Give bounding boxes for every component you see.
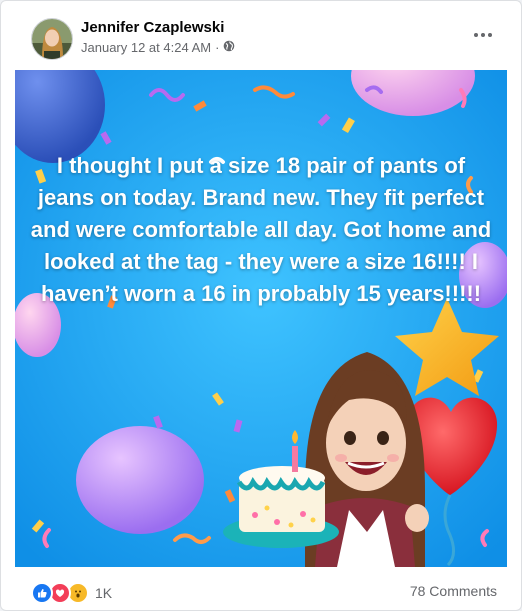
celebration-background-art xyxy=(15,70,507,567)
like-icon xyxy=(31,582,53,604)
globe-icon xyxy=(223,40,235,55)
meta-separator: · xyxy=(215,40,220,55)
post-text: I thought I put a size 18 pair of pants … xyxy=(30,153,492,306)
post-header: Jennifer Czaplewski January 12 at 4:24 A… xyxy=(1,1,521,69)
post-meta: January 12 at 4:24 AM · xyxy=(81,40,235,55)
comments-count-link[interactable]: 78 Comments xyxy=(410,583,497,599)
author-avatar[interactable] xyxy=(31,18,73,60)
post-footer: 1K 78 Comments xyxy=(1,567,521,610)
author-name[interactable]: Jennifer Czaplewski xyxy=(81,19,224,36)
post-card: Jennifer Czaplewski January 12 at 4:24 A… xyxy=(0,0,522,611)
post-timestamp[interactable]: January 12 at 4:24 AM xyxy=(81,40,211,55)
reaction-count[interactable]: 1K xyxy=(95,585,112,601)
reactions-summary[interactable]: 1K xyxy=(31,582,112,604)
post-background-image: I thought I put a size 18 pair of pants … xyxy=(15,70,507,567)
more-options-icon[interactable] xyxy=(465,23,501,47)
